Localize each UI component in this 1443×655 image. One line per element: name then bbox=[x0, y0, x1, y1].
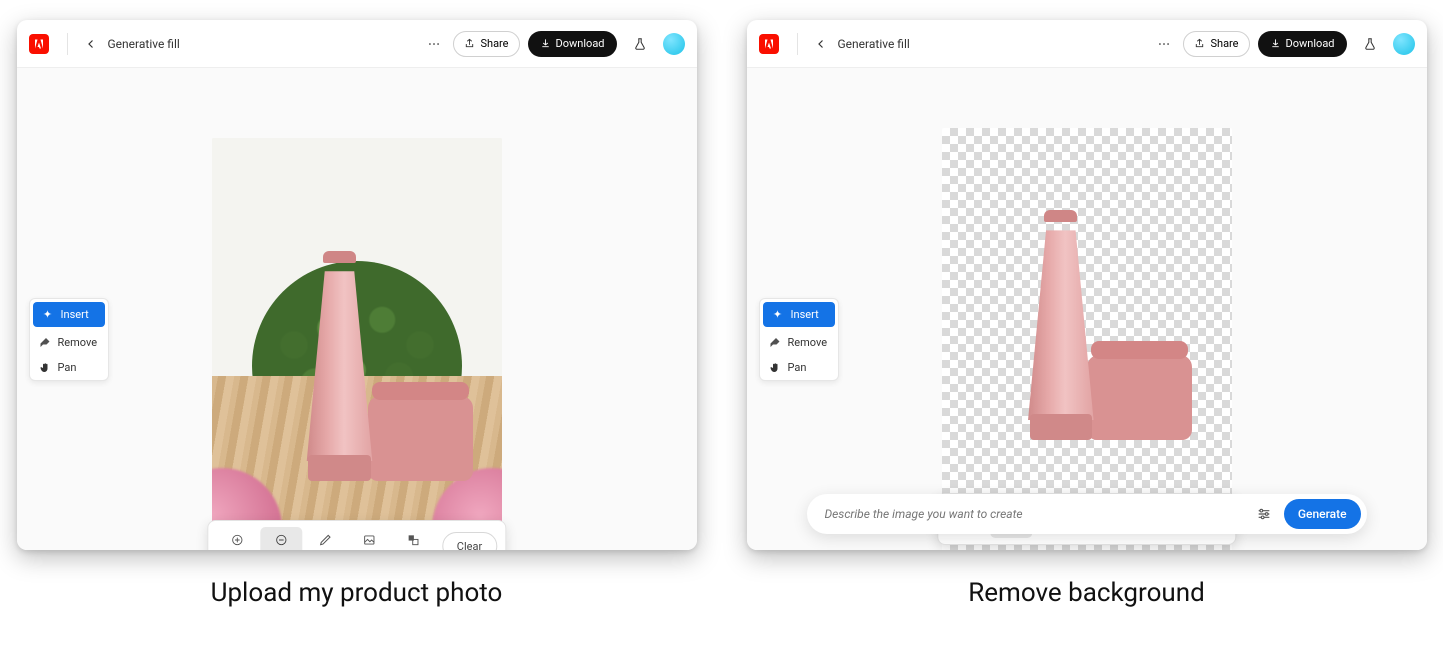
eraser-icon bbox=[768, 337, 782, 349]
more-options-icon[interactable] bbox=[421, 31, 447, 57]
sparkle-icon: ✦ bbox=[771, 308, 785, 321]
labs-icon[interactable] bbox=[1357, 31, 1383, 57]
user-avatar[interactable] bbox=[1393, 33, 1415, 55]
tool-remove[interactable]: Remove bbox=[760, 330, 838, 355]
app-window-left: Generative fill Share Download bbox=[17, 20, 697, 550]
caption-right: Remove background bbox=[968, 578, 1205, 608]
plus-circle-icon bbox=[230, 532, 244, 548]
invert-icon bbox=[406, 532, 420, 548]
image-icon bbox=[362, 532, 376, 548]
caption-left: Upload my product photo bbox=[211, 578, 503, 608]
tool-insert[interactable]: ✦ Insert bbox=[763, 302, 835, 327]
share-button[interactable]: Share bbox=[453, 31, 519, 57]
download-icon bbox=[1270, 38, 1281, 49]
share-icon bbox=[464, 38, 475, 49]
tool-remove-label: Remove bbox=[788, 336, 828, 349]
tool-remove-label: Remove bbox=[58, 336, 98, 349]
share-label: Share bbox=[1210, 37, 1238, 50]
download-label: Download bbox=[556, 37, 605, 50]
clear-button[interactable]: Clear bbox=[442, 532, 497, 550]
share-label: Share bbox=[480, 37, 508, 50]
prompt-input[interactable] bbox=[825, 507, 1244, 521]
user-avatar[interactable] bbox=[663, 33, 685, 55]
tool-insert[interactable]: ✦ Insert bbox=[33, 302, 105, 327]
product-photo-no-bg[interactable] bbox=[942, 128, 1232, 550]
adobe-logo-icon[interactable] bbox=[29, 34, 49, 54]
share-icon bbox=[1194, 38, 1205, 49]
top-bar: Generative fill Share Download bbox=[17, 20, 697, 68]
labs-icon[interactable] bbox=[627, 31, 653, 57]
brush-icon bbox=[318, 532, 332, 548]
top-bar: Generative fill Share Download bbox=[747, 20, 1427, 68]
download-label: Download bbox=[1286, 37, 1335, 50]
tool-pan[interactable]: Pan bbox=[760, 355, 838, 380]
tool-subtract[interactable]: Subtract bbox=[260, 527, 302, 550]
download-button[interactable]: Download bbox=[528, 31, 617, 57]
tool-insert-label: Insert bbox=[61, 308, 89, 321]
tool-insert-label: Insert bbox=[791, 308, 819, 321]
canvas-area: ✦ Insert Remove Pan bbox=[747, 68, 1427, 550]
prompt-bar: Generate bbox=[807, 494, 1367, 534]
product-photo[interactable]: Add Subtract Settings Background bbox=[212, 138, 502, 550]
tool-panel: ✦ Insert Remove Pan bbox=[29, 298, 109, 381]
sparkle-icon: ✦ bbox=[41, 308, 55, 321]
divider bbox=[797, 33, 798, 55]
minus-circle-icon bbox=[274, 532, 288, 548]
tool-panel: ✦ Insert Remove Pan bbox=[759, 298, 839, 381]
tool-add[interactable]: Add bbox=[216, 527, 258, 550]
tool-background[interactable]: Background bbox=[348, 527, 390, 550]
page-title: Generative fill bbox=[108, 37, 180, 51]
app-window-right: Generative fill Share Download bbox=[747, 20, 1427, 550]
more-options-icon[interactable] bbox=[1151, 31, 1177, 57]
share-button[interactable]: Share bbox=[1183, 31, 1249, 57]
tool-pan-label: Pan bbox=[788, 361, 807, 374]
hand-icon bbox=[38, 362, 52, 374]
generate-button[interactable]: Generate bbox=[1284, 499, 1361, 529]
back-button[interactable] bbox=[808, 31, 834, 57]
adobe-logo-icon[interactable] bbox=[759, 34, 779, 54]
tool-pan-label: Pan bbox=[58, 361, 77, 374]
tool-settings[interactable]: Settings bbox=[304, 527, 346, 550]
selection-toolbar: Add Subtract Settings Background bbox=[207, 520, 506, 550]
download-icon bbox=[540, 38, 551, 49]
back-button[interactable] bbox=[78, 31, 104, 57]
tool-pan[interactable]: Pan bbox=[30, 355, 108, 380]
canvas-area: ✦ Insert Remove Pan bbox=[17, 68, 697, 550]
page-title: Generative fill bbox=[838, 37, 910, 51]
eraser-icon bbox=[38, 337, 52, 349]
tool-remove[interactable]: Remove bbox=[30, 330, 108, 355]
tool-invert[interactable]: Invert bbox=[392, 527, 434, 550]
hand-icon bbox=[768, 362, 782, 374]
settings-sliders-icon[interactable] bbox=[1252, 502, 1276, 526]
download-button[interactable]: Download bbox=[1258, 31, 1347, 57]
divider bbox=[67, 33, 68, 55]
